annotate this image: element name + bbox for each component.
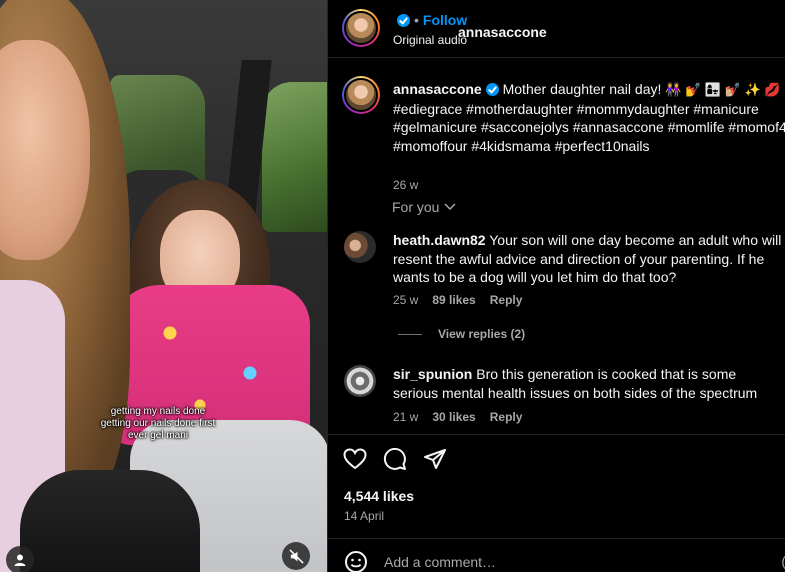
commenter-avatar[interactable] xyxy=(344,231,376,263)
likes-count[interactable]: 4,544 likes xyxy=(344,488,414,504)
comment-bubble-icon xyxy=(383,447,406,470)
audio-link[interactable]: Original audio xyxy=(393,33,467,47)
post-video[interactable]: getting my nails done getting our nails … xyxy=(0,0,327,572)
comments-scroll-area[interactable]: annasaccone Mother daughter nail day! 👭 … xyxy=(328,59,785,434)
comment-button[interactable] xyxy=(382,446,408,472)
comment-meta: 25 w 89 likes Reply xyxy=(393,293,522,307)
like-button[interactable] xyxy=(342,446,368,472)
paper-plane-icon xyxy=(424,449,446,469)
heart-icon xyxy=(343,448,367,470)
post-header: annasaccone • Follow Original audio xyxy=(328,0,785,58)
verified-badge-icon xyxy=(485,83,499,96)
comment-reply-button[interactable]: Reply xyxy=(490,410,523,424)
author-username[interactable]: annasaccone xyxy=(458,24,547,40)
caption-username[interactable]: annasaccone xyxy=(393,81,482,97)
comment-likes[interactable]: 89 likes xyxy=(432,293,475,307)
post-comment-edge: ( xyxy=(781,553,785,569)
car-dashboard xyxy=(20,470,200,572)
video-caption: getting my nails done getting our nails … xyxy=(78,406,238,442)
post-date[interactable]: 14 April xyxy=(344,509,384,523)
comment-input[interactable] xyxy=(384,551,764,572)
comment-sort-dropdown[interactable]: For you xyxy=(392,199,456,215)
verified-badge-icon xyxy=(397,13,410,27)
chevron-down-icon xyxy=(444,203,456,211)
post-actions: 4,544 likes 14 April xyxy=(328,434,785,538)
separator-dot: • xyxy=(414,12,419,28)
comment-likes[interactable]: 30 likes xyxy=(432,410,475,424)
video-caption-line: ever gel mani xyxy=(127,430,189,441)
comment-time[interactable]: 21 w xyxy=(393,410,418,424)
car-window-right xyxy=(262,82,327,232)
post-details-panel: annasaccone • Follow Original audio anna… xyxy=(327,0,785,572)
commenter-username[interactable]: heath.dawn82 xyxy=(393,232,486,248)
caption-emojis: 👭 💅 👩‍👧 💅🏼 ✨ 💋 xyxy=(665,82,781,97)
commenter-avatar[interactable] xyxy=(344,365,376,397)
share-button[interactable] xyxy=(422,446,448,472)
post-viewer: getting my nails done getting our nails … xyxy=(0,0,785,572)
caption-body: Mother daughter nail day! xyxy=(502,81,662,97)
comment-text: sir_spunion Bro this generation is cooke… xyxy=(393,365,785,402)
video-caption-line: getting our nails done first xyxy=(100,418,216,429)
caption-hashtags[interactable]: #ediegrace #motherdaughter #mommydaughte… xyxy=(393,101,785,154)
add-comment-bar: ( xyxy=(328,538,785,572)
comment-time[interactable]: 25 w xyxy=(393,293,418,307)
commenter-username[interactable]: sir_spunion xyxy=(393,366,472,382)
replies-line xyxy=(398,333,422,335)
view-replies-button[interactable]: View replies (2) xyxy=(398,327,525,341)
comment-meta: 21 w 30 likes Reply xyxy=(393,410,522,424)
comment-text: heath.dawn82 Your son will one day becom… xyxy=(393,231,785,287)
muted-speaker-icon xyxy=(288,548,304,564)
mute-toggle-button[interactable] xyxy=(282,542,310,570)
caption-author-avatar[interactable] xyxy=(342,76,380,114)
comment-reply-button[interactable]: Reply xyxy=(490,293,523,307)
tagged-users-button[interactable] xyxy=(6,546,34,572)
caption-timestamp[interactable]: 26 w xyxy=(393,178,418,192)
video-caption-line: getting my nails done xyxy=(110,406,206,417)
caption-text: annasaccone Mother daughter nail day! 👭 … xyxy=(393,80,785,158)
author-avatar[interactable] xyxy=(342,9,380,47)
emoji-icon[interactable] xyxy=(344,550,368,572)
user-icon xyxy=(14,554,26,566)
view-replies-label: View replies (2) xyxy=(438,327,526,341)
comment-sort-label: For you xyxy=(392,199,440,215)
